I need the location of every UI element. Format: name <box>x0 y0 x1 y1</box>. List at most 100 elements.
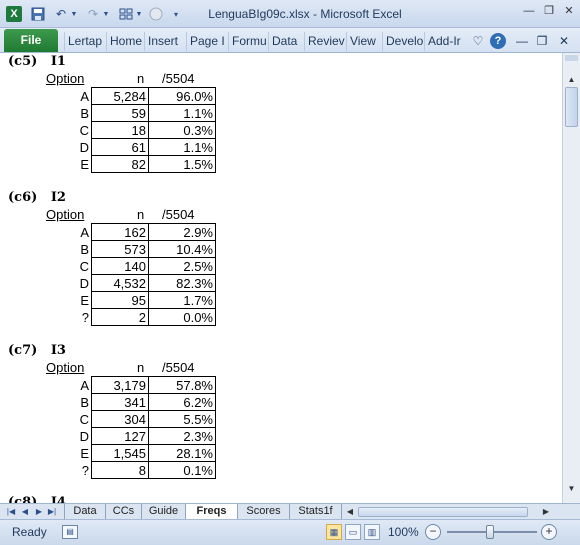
sheet-tab-ccs[interactable]: CCs <box>106 504 142 520</box>
pct-cell[interactable]: 10.4% <box>148 240 216 258</box>
pct-cell[interactable]: 2.5% <box>148 257 216 275</box>
n-cell[interactable]: 2 <box>91 308 149 326</box>
minimize-icon[interactable]: — <box>522 4 536 18</box>
ribbon-close-icon[interactable]: ✕ <box>556 33 572 49</box>
table-row: 82 1.5% <box>91 155 216 173</box>
tab-home[interactable]: Home <box>106 32 144 51</box>
help-icon[interactable]: ? <box>490 33 506 49</box>
macro-record-icon[interactable]: ▤ <box>62 525 78 539</box>
tab-lertap[interactable]: Lertap <box>64 32 106 51</box>
n-cell[interactable]: 1,545 <box>91 444 149 462</box>
worksheet[interactable]: (c5) I1 Option n /5504 A B C D E 5,284 96… <box>0 53 562 503</box>
n-cell[interactable]: 59 <box>91 104 149 122</box>
file-tab[interactable]: File <box>4 29 58 52</box>
tab-developer[interactable]: Develo <box>382 32 424 51</box>
tab-page-layout[interactable]: Page I <box>186 32 228 51</box>
heart-outline-icon[interactable]: ♡ <box>470 33 486 49</box>
next-sheet-icon[interactable]: ▶ <box>34 506 44 518</box>
pct-cell[interactable]: 2.9% <box>148 223 216 241</box>
n-cell[interactable]: 4,532 <box>91 274 149 292</box>
form-icon[interactable] <box>118 6 134 22</box>
undo-icon[interactable]: ↶ <box>54 6 68 22</box>
scroll-left-icon[interactable]: ◀ <box>344 506 356 518</box>
scroll-up-icon[interactable]: ▲ <box>564 73 579 87</box>
sheet-tab-stats1f[interactable]: Stats1f <box>290 504 342 520</box>
pct-cell[interactable]: 0.0% <box>148 308 216 326</box>
n-cell[interactable]: 8 <box>91 461 149 479</box>
normal-view-icon[interactable]: ▦ <box>326 524 342 540</box>
section-label: (c6) <box>8 190 38 205</box>
pct-cell[interactable]: 2.3% <box>148 427 216 445</box>
sheet-tab-scores[interactable]: Scores <box>238 504 290 520</box>
redo-dropdown-icon[interactable]: ▼ <box>102 6 110 22</box>
n-cell[interactable]: 341 <box>91 393 149 411</box>
zoom-slider-thumb[interactable] <box>486 525 494 539</box>
sheet-tab-freqs[interactable]: Freqs <box>186 504 238 520</box>
n-cell[interactable]: 95 <box>91 291 149 309</box>
redo-icon[interactable]: ↷ <box>86 6 100 22</box>
sheet-tab-guide[interactable]: Guide <box>142 504 186 520</box>
tab-insert[interactable]: Insert <box>144 32 186 51</box>
pct-cell[interactable]: 57.8% <box>148 376 216 394</box>
scroll-down-icon[interactable]: ▼ <box>564 482 579 496</box>
page-break-view-icon[interactable]: ▥ <box>364 524 380 540</box>
circle-icon[interactable] <box>148 6 164 22</box>
pct-cell[interactable]: 96.0% <box>148 87 216 105</box>
n-cell[interactable]: 61 <box>91 138 149 156</box>
ribbon-minimize-icon[interactable]: — <box>514 33 530 49</box>
excel-logo-icon[interactable]: X <box>6 6 22 22</box>
tab-view[interactable]: View <box>346 32 382 51</box>
n-cell[interactable]: 18 <box>91 121 149 139</box>
pct-cell[interactable]: 0.3% <box>148 121 216 139</box>
table-row: 4,532 82.3% <box>91 274 216 292</box>
undo-dropdown-icon[interactable]: ▼ <box>70 6 78 22</box>
pct-cell[interactable]: 1.1% <box>148 138 216 156</box>
pct-cell[interactable]: 1.5% <box>148 155 216 173</box>
first-sheet-icon[interactable]: |◀ <box>6 506 16 518</box>
n-cell[interactable]: 3,179 <box>91 376 149 394</box>
n-cell[interactable]: 5,284 <box>91 87 149 105</box>
pct-cell[interactable]: 28.1% <box>148 444 216 462</box>
section-title: (c7) I3 <box>8 343 66 358</box>
option-header: Option <box>46 71 85 86</box>
tab-review[interactable]: Reviev <box>304 32 346 51</box>
scroll-right-icon[interactable]: ▶ <box>540 506 552 518</box>
pct-cell[interactable]: 1.7% <box>148 291 216 309</box>
n-cell[interactable]: 162 <box>91 223 149 241</box>
customize-toolbar-icon[interactable]: ▾ <box>170 6 182 22</box>
form-dropdown-icon[interactable]: ▼ <box>135 6 143 22</box>
horizontal-scroll-thumb[interactable] <box>358 507 528 517</box>
split-handle[interactable] <box>565 55 578 61</box>
vertical-scroll-thumb[interactable] <box>565 87 578 127</box>
tab-data[interactable]: Data <box>268 32 304 51</box>
n-cell[interactable]: 573 <box>91 240 149 258</box>
window-title: LenguaBIg09c.xlsx - Microsoft Excel <box>208 7 402 21</box>
tab-add-ins[interactable]: Add-Ir <box>424 32 466 51</box>
n-header: n <box>137 360 145 375</box>
pct-cell[interactable]: 5.5% <box>148 410 216 428</box>
zoom-in-icon[interactable]: + <box>541 524 557 540</box>
ribbon-restore-icon[interactable]: ❐ <box>534 33 550 49</box>
prev-sheet-icon[interactable]: ◀ <box>20 506 30 518</box>
table-row: 127 2.3% <box>91 427 216 445</box>
n-cell[interactable]: 82 <box>91 155 149 173</box>
pct-cell[interactable]: 1.1% <box>148 104 216 122</box>
horizontal-scrollbar[interactable]: ◀ ▶ <box>344 506 554 518</box>
n-cell[interactable]: 140 <box>91 257 149 275</box>
last-sheet-icon[interactable]: ▶| <box>47 506 57 518</box>
vertical-scrollbar[interactable]: ▲ ▼ <box>562 53 580 503</box>
pct-cell[interactable]: 82.3% <box>148 274 216 292</box>
n-cell[interactable]: 127 <box>91 427 149 445</box>
restore-icon[interactable]: ❐ <box>542 4 556 18</box>
zoom-level[interactable]: 100% <box>388 525 419 539</box>
zoom-out-icon[interactable]: − <box>425 524 441 540</box>
tab-formulas[interactable]: Formu <box>228 32 268 51</box>
close-icon[interactable]: ✕ <box>562 4 576 18</box>
n-cell[interactable]: 304 <box>91 410 149 428</box>
save-icon[interactable] <box>30 6 46 22</box>
pct-cell[interactable]: 6.2% <box>148 393 216 411</box>
page-layout-view-icon[interactable]: ▭ <box>345 524 361 540</box>
option-letter: D <box>79 429 89 444</box>
sheet-tab-data[interactable]: Data <box>64 504 106 520</box>
pct-cell[interactable]: 0.1% <box>148 461 216 479</box>
